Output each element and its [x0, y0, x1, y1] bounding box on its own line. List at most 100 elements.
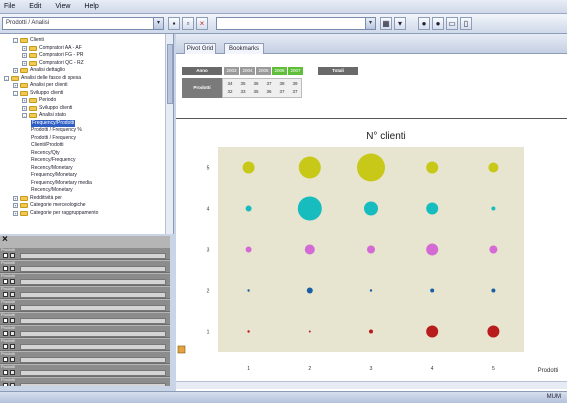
tree-item[interactable]: + Analisi per clienti — [0, 82, 68, 89]
tree-item[interactable]: + Categorie per raggruppamento — [0, 210, 98, 217]
chart-type-icon[interactable] — [177, 345, 186, 354]
data-point[interactable] — [426, 202, 439, 215]
tree-item[interactable]: Clienti/Prodotti — [0, 142, 64, 149]
tree-item[interactable]: + Compratori FG - PR — [0, 52, 83, 59]
data-point[interactable] — [367, 245, 375, 254]
dropdown-icon[interactable]: ▾ — [394, 17, 406, 30]
data-point[interactable] — [491, 206, 496, 211]
horizontal-scrollbar[interactable] — [176, 381, 567, 389]
property-checkbox[interactable] — [10, 331, 15, 336]
property-checkbox[interactable] — [10, 318, 15, 323]
property-value[interactable] — [20, 253, 166, 259]
print-icon[interactable]: ▯ — [460, 17, 472, 30]
save-icon[interactable]: ▪ — [168, 17, 180, 30]
back-icon[interactable]: ● — [418, 17, 430, 30]
tree-item[interactable]: Frequency/Prodotti — [0, 119, 76, 127]
expand-icon[interactable]: + — [22, 60, 27, 66]
open-icon[interactable]: ▫ — [182, 17, 194, 30]
tree-scrollbar[interactable] — [165, 34, 173, 234]
forward-icon[interactable]: ● — [432, 17, 444, 30]
property-checkbox[interactable] — [10, 383, 15, 386]
property-checkbox[interactable] — [3, 318, 8, 323]
data-point[interactable] — [247, 289, 250, 292]
property-checkbox[interactable] — [3, 357, 8, 362]
property-checkbox[interactable] — [10, 253, 15, 258]
property-checkbox[interactable] — [3, 292, 8, 297]
data-point[interactable] — [369, 289, 373, 292]
chevron-down-icon[interactable]: ▾ — [365, 18, 375, 29]
menu-file[interactable]: File — [4, 3, 15, 10]
expand-icon[interactable]: + — [22, 98, 27, 103]
data-point[interactable] — [426, 325, 439, 338]
expand-icon[interactable]: + — [22, 53, 27, 58]
tree-item[interactable]: + Periodo — [0, 97, 56, 104]
collapse-icon[interactable]: - — [13, 90, 18, 96]
property-checkbox[interactable] — [10, 279, 15, 284]
close-icon[interactable]: × — [2, 236, 8, 245]
tree-item[interactable]: Frequency/Monetary — [0, 172, 77, 179]
property-checkbox[interactable] — [10, 344, 15, 349]
expand-icon[interactable]: + — [22, 105, 27, 111]
property-checkbox[interactable] — [3, 331, 8, 336]
property-value[interactable] — [20, 292, 166, 298]
data-point[interactable] — [487, 325, 500, 338]
property-value[interactable] — [20, 383, 166, 386]
tree-item[interactable]: + Compratori AA - AF — [0, 45, 82, 52]
property-checkbox[interactable] — [3, 305, 8, 310]
data-point[interactable] — [304, 244, 315, 255]
property-value[interactable] — [20, 331, 166, 337]
collapse-icon[interactable]: - — [13, 38, 18, 43]
property-checkbox[interactable] — [10, 357, 15, 362]
property-value[interactable] — [20, 279, 166, 285]
property-value[interactable] — [20, 357, 166, 363]
tree-scrollbar-thumb[interactable] — [167, 44, 173, 104]
tree-item[interactable]: Recency/Frequency — [0, 157, 75, 164]
tree-item[interactable]: Recency/Monetary — [0, 165, 73, 172]
expand-icon[interactable]: + — [13, 195, 18, 201]
data-point[interactable] — [298, 156, 321, 179]
tree-item[interactable]: - Analisi stato — [0, 112, 66, 119]
delete-icon[interactable]: × — [196, 17, 208, 30]
property-value[interactable] — [20, 266, 166, 272]
report-selector[interactable]: Prodotti / Analisi ▾ — [2, 17, 164, 30]
property-value[interactable] — [20, 370, 166, 376]
property-checkbox[interactable] — [3, 266, 8, 271]
data-point[interactable] — [489, 245, 498, 254]
property-checkbox[interactable] — [3, 344, 8, 349]
tree-item[interactable]: Frequency/Monetary media — [0, 180, 92, 187]
collapse-icon[interactable]: - — [22, 113, 27, 118]
property-checkbox[interactable] — [10, 266, 15, 271]
tree-item[interactable]: Recency/Qty — [0, 150, 60, 157]
property-checkbox[interactable] — [10, 370, 15, 375]
expand-icon[interactable]: + — [22, 45, 27, 51]
data-point[interactable] — [364, 201, 378, 216]
export-icon[interactable]: ▭ — [446, 17, 458, 30]
tree-item[interactable]: + Redditività per — [0, 195, 62, 202]
data-point[interactable] — [308, 330, 311, 333]
data-point[interactable] — [491, 288, 496, 293]
data-point[interactable] — [242, 161, 255, 174]
tree-item[interactable]: + Compratori QC - RZ — [0, 60, 84, 67]
data-point[interactable] — [357, 153, 385, 182]
tree-item[interactable]: Prodotti / Frequency — [0, 135, 76, 142]
tree-item[interactable]: + Categorie merceologiche — [0, 202, 86, 209]
data-point[interactable] — [297, 196, 322, 221]
search-combo[interactable]: ▾ — [216, 17, 376, 30]
data-point[interactable] — [426, 161, 439, 174]
chevron-down-icon[interactable]: ▾ — [153, 18, 163, 29]
expand-icon[interactable]: + — [13, 83, 18, 88]
expand-icon[interactable]: + — [13, 210, 18, 216]
expand-icon[interactable]: + — [13, 68, 18, 73]
property-checkbox[interactable] — [10, 305, 15, 310]
property-checkbox[interactable] — [3, 383, 8, 386]
data-point[interactable] — [488, 162, 499, 173]
property-value[interactable] — [20, 318, 166, 324]
tree-item[interactable]: - Analisi delle fasce di spesa — [0, 75, 81, 82]
tree-item[interactable]: - Clienti — [0, 37, 44, 44]
property-checkbox[interactable] — [3, 253, 8, 258]
data-point[interactable] — [247, 330, 250, 333]
data-point[interactable] — [306, 287, 313, 294]
property-checkbox[interactable] — [10, 292, 15, 297]
data-point[interactable] — [245, 205, 252, 212]
expand-icon[interactable]: + — [13, 203, 18, 208]
